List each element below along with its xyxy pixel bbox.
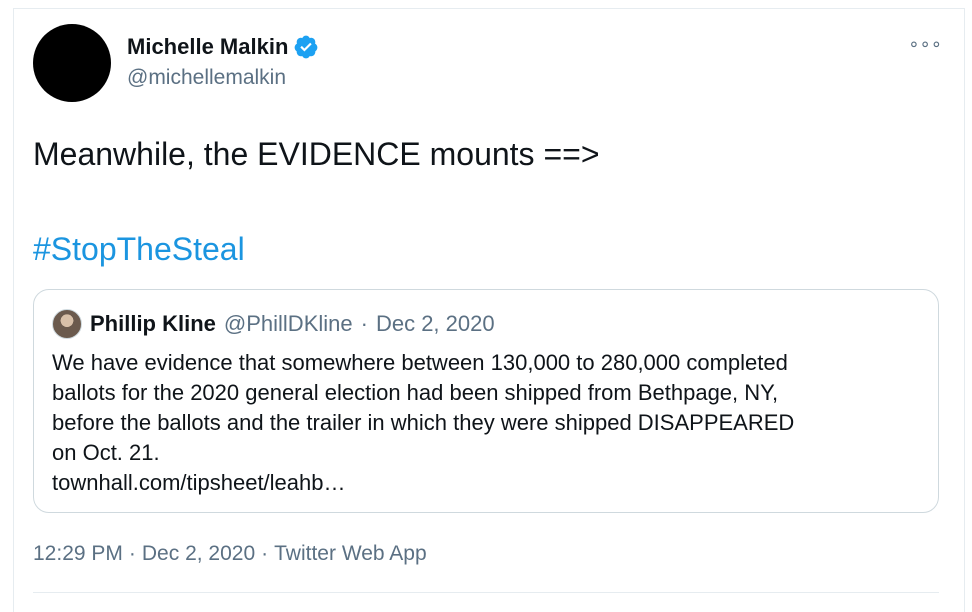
- author-handle[interactable]: @michellemalkin: [127, 64, 286, 92]
- quoted-separator: ·: [360, 311, 368, 336]
- tweet-text: Meanwhile, the EVIDENCE mounts ==>: [33, 136, 600, 172]
- author-avatar[interactable]: [33, 24, 111, 102]
- hashtag-link[interactable]: #StopTheSteal: [33, 229, 245, 269]
- tweet-time[interactable]: 12:29 PM: [33, 540, 123, 568]
- author-name-row: Michelle Malkin: [127, 33, 319, 61]
- tweet-meta: 12:29 PM · Dec 2, 2020 · Twitter Web App: [33, 540, 427, 568]
- quoted-author-avatar[interactable]: [52, 309, 82, 339]
- verified-badge-icon: [293, 34, 319, 60]
- tweet-source[interactable]: Twitter Web App: [274, 540, 427, 568]
- tweet-date[interactable]: Dec 2, 2020: [142, 540, 255, 568]
- quoted-tweet-header: Phillip Kline @PhillDKline · Dec 2, 2020: [52, 309, 495, 339]
- author-display-name[interactable]: Michelle Malkin: [127, 33, 288, 61]
- quoted-link[interactable]: townhall.com/tipsheet/leahb…: [52, 468, 922, 498]
- meta-separator: ·: [261, 542, 269, 565]
- divider: [33, 592, 939, 593]
- meta-separator: ·: [128, 542, 136, 565]
- quoted-text-line: We have evidence that somewhere between …: [52, 350, 788, 375]
- quoted-text-line: on Oct. 21.: [52, 440, 160, 465]
- more-options-icon[interactable]: ∘∘∘: [908, 34, 942, 54]
- quoted-tweet[interactable]: Phillip Kline @PhillDKline · Dec 2, 2020…: [33, 289, 939, 513]
- quoted-date[interactable]: Dec 2, 2020: [376, 310, 495, 338]
- quoted-text-line: before the ballots and the trailer in wh…: [52, 410, 795, 435]
- quoted-author-name[interactable]: Phillip Kline: [90, 310, 216, 338]
- quoted-text-line: ballots for the 2020 general election ha…: [52, 380, 779, 405]
- quoted-tweet-body: We have evidence that somewhere between …: [52, 348, 922, 498]
- quoted-author-handle[interactable]: @PhillDKline: [224, 310, 353, 338]
